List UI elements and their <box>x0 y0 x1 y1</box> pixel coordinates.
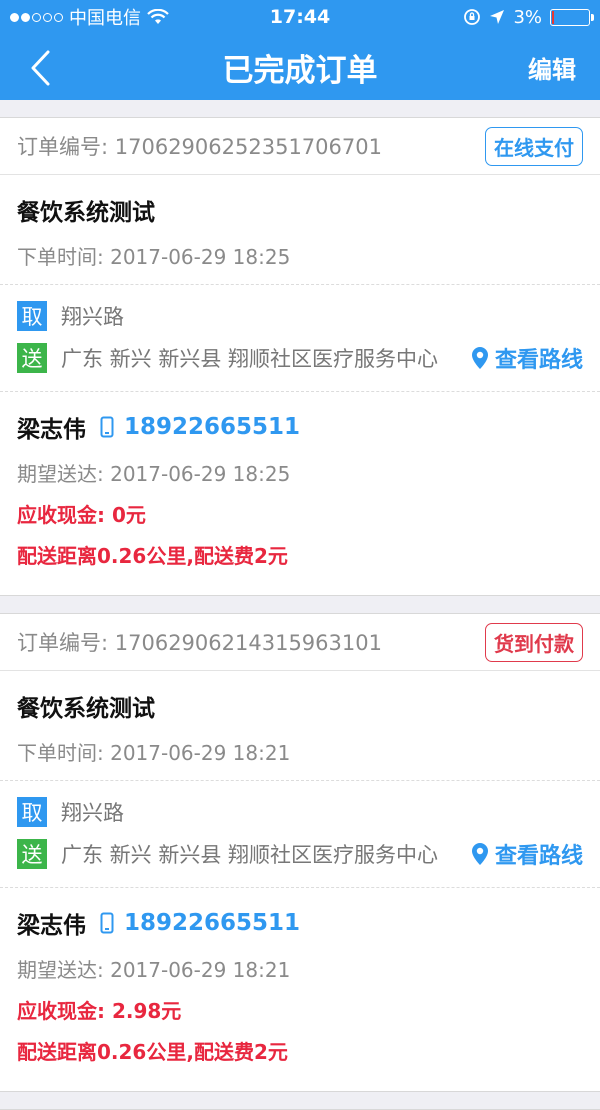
carrier-label: 中国电信 <box>69 8 141 29</box>
customer-row: 梁志伟 18922665511 <box>17 906 583 940</box>
delivery-distance-fee: 配送距离0.26公里,配送费2元 <box>17 544 288 568</box>
shop-section: 餐饮系统测试 下单时间: 2017-06-29 18:21 <box>0 671 600 781</box>
phone-link[interactable]: 18922665511 <box>100 910 300 936</box>
order-time: 下单时间: 2017-06-29 18:21 <box>17 741 291 765</box>
pickup-tag: 取 <box>17 797 47 827</box>
status-right: 3% <box>463 6 594 28</box>
customer-name: 梁志伟 <box>17 417 86 443</box>
phone-icon <box>100 912 114 934</box>
location-arrow-icon <box>490 10 505 24</box>
pickup-tag: 取 <box>17 301 47 331</box>
view-route-button[interactable]: 查看路线 <box>471 838 583 870</box>
expected-delivery: 期望送达: 2017-06-29 18:21 <box>17 958 291 982</box>
page-title: 已完成订单 <box>222 52 378 89</box>
back-button[interactable] <box>28 48 68 88</box>
shop-section: 餐饮系统测试 下单时间: 2017-06-29 18:25 <box>0 175 600 285</box>
payment-badge: 在线支付 <box>485 126 583 166</box>
pickup-row: 取 翔兴路 <box>17 791 583 833</box>
view-route-button[interactable]: 查看路线 <box>471 342 583 374</box>
deliver-address: 广东 新兴 新兴县 翔顺社区医疗服务中心 <box>61 843 439 867</box>
chevron-left-icon <box>31 50 50 86</box>
phone-link[interactable]: 18922665511 <box>100 414 300 440</box>
cash-due: 应收现金: 2.98元 <box>17 999 182 1023</box>
wifi-icon <box>147 9 169 24</box>
pickup-row: 取 翔兴路 <box>17 295 583 337</box>
order-number: 订单编号: 17062906214315963101 <box>17 631 382 655</box>
pickup-address: 翔兴路 <box>61 801 124 825</box>
pickup-address: 翔兴路 <box>61 305 124 329</box>
customer-row: 梁志伟 18922665511 <box>17 410 583 444</box>
phone-number: 18922665511 <box>124 414 301 440</box>
location-pin-icon <box>471 843 488 865</box>
section-gap <box>0 100 600 118</box>
view-route-label: 查看路线 <box>494 348 583 373</box>
rotation-lock-icon <box>464 9 481 25</box>
order-header: 订单编号: 17062906214315963101 货到付款 <box>0 614 600 671</box>
battery-icon <box>550 8 594 26</box>
signal-strength-icon <box>10 12 63 22</box>
customer-name: 梁志伟 <box>17 913 86 939</box>
shop-name: 餐饮系统测试 <box>17 696 155 722</box>
order-time: 下单时间: 2017-06-29 18:25 <box>17 245 291 269</box>
phone-icon <box>100 416 114 438</box>
order-header: 订单编号: 17062906252351706701 在线支付 <box>0 118 600 175</box>
address-section: 取 翔兴路 送 广东 新兴 新兴县 翔顺社区医疗服务中心 查看路线 <box>0 781 600 888</box>
view-route-label: 查看路线 <box>494 844 583 869</box>
deliver-address: 广东 新兴 新兴县 翔顺社区医疗服务中心 <box>61 347 439 371</box>
deliver-tag: 送 <box>17 343 47 373</box>
location-pin-icon <box>471 347 488 369</box>
shop-name: 餐饮系统测试 <box>17 200 155 226</box>
customer-section: 梁志伟 18922665511 期望送达: 2017-06-29 18:25 应… <box>0 392 600 595</box>
section-gap <box>0 1092 600 1110</box>
payment-badge: 货到付款 <box>485 622 583 662</box>
order-number: 订单编号: 17062906252351706701 <box>17 135 382 159</box>
edit-button[interactable]: 编辑 <box>528 50 576 85</box>
cash-due: 应收现金: 0元 <box>17 503 146 527</box>
order-card[interactable]: 订单编号: 17062906252351706701 在线支付 餐饮系统测试 下… <box>0 118 600 596</box>
deliver-row: 送 广东 新兴 新兴县 翔顺社区医疗服务中心 查看路线 <box>17 833 583 875</box>
battery-percent: 3% <box>513 6 542 28</box>
customer-section: 梁志伟 18922665511 期望送达: 2017-06-29 18:21 应… <box>0 888 600 1091</box>
delivery-distance-fee: 配送距离0.26公里,配送费2元 <box>17 1040 288 1064</box>
deliver-tag: 送 <box>17 839 47 869</box>
expected-delivery: 期望送达: 2017-06-29 18:25 <box>17 462 291 486</box>
order-card[interactable]: 订单编号: 17062906214315963101 货到付款 餐饮系统测试 下… <box>0 614 600 1092</box>
address-section: 取 翔兴路 送 广东 新兴 新兴县 翔顺社区医疗服务中心 查看路线 <box>0 285 600 392</box>
deliver-row: 送 广东 新兴 新兴县 翔顺社区医疗服务中心 查看路线 <box>17 337 583 379</box>
nav-bar: 已完成订单 编辑 <box>0 34 600 100</box>
status-left: 中国电信 <box>10 4 169 30</box>
section-gap <box>0 596 600 614</box>
status-bar: 中国电信 17:44 3% <box>0 0 600 34</box>
phone-number: 18922665511 <box>124 910 301 936</box>
